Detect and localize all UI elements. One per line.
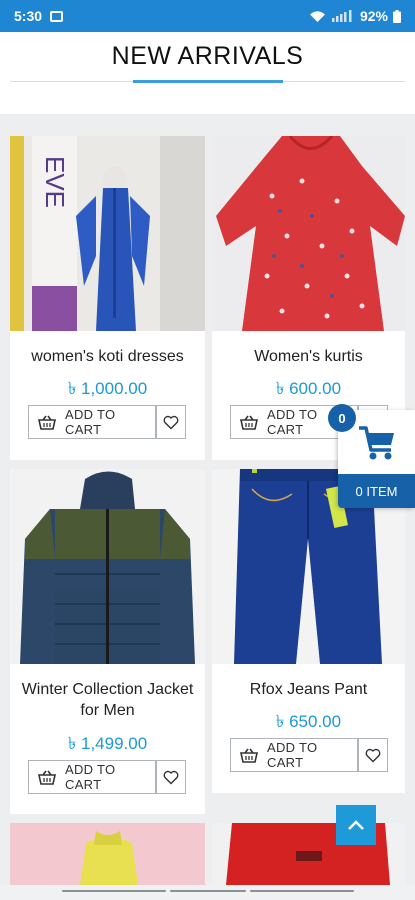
product-image-koti-dress[interactable]: EVE xyxy=(10,136,205,331)
basket-icon xyxy=(38,770,56,785)
product-price: ৳ 650.00 xyxy=(275,712,342,731)
shopping-cart-icon xyxy=(359,426,394,460)
battery-icon xyxy=(393,9,401,23)
add-to-cart-button[interactable]: ADD TO CART xyxy=(230,738,358,772)
wifi-icon xyxy=(309,10,325,22)
nav-handle-center[interactable] xyxy=(170,890,246,892)
product-name[interactable]: Rfox Jeans Pant xyxy=(218,679,399,700)
page-header: NEW ARRIVALS xyxy=(0,32,415,114)
basket-icon xyxy=(240,748,258,763)
title-accent-line xyxy=(133,80,283,83)
status-time: 5:30 xyxy=(14,8,43,24)
basket-icon xyxy=(240,415,258,430)
status-indicators: 92% xyxy=(309,8,401,24)
product-name[interactable]: Women's kurtis xyxy=(218,346,399,367)
product-card[interactable] xyxy=(212,823,405,885)
wishlist-button[interactable] xyxy=(156,760,186,794)
nav-handle-left[interactable] xyxy=(62,890,166,892)
product-image-winter-jacket[interactable] xyxy=(10,469,205,664)
wishlist-button[interactable] xyxy=(156,405,186,439)
basket-icon xyxy=(38,415,56,430)
add-to-cart-button[interactable]: ADD TO CART xyxy=(28,405,156,439)
product-price: ৳ 600.00 xyxy=(275,379,342,398)
product-price: ৳ 1,499.00 xyxy=(67,734,148,753)
product-name[interactable]: women's koti dresses xyxy=(16,346,199,367)
heart-icon xyxy=(163,415,179,429)
cart-items-label: 0 ITEM xyxy=(338,474,415,508)
add-to-cart-label: ADD TO CART xyxy=(65,762,116,792)
product-card[interactable]: Rfox Jeans Pant ৳ 650.00 ADD TO CART xyxy=(212,469,405,793)
product-card[interactable]: EVE women's koti dresses ৳ 1,000.00 ADD … xyxy=(10,136,205,460)
wishlist-button[interactable] xyxy=(358,738,388,772)
product-card[interactable]: Winter Collection Jacket for Men ৳ 1,499… xyxy=(10,469,205,814)
svg-text:EVE: EVE xyxy=(40,156,70,208)
nav-handle-right[interactable] xyxy=(250,890,354,892)
system-navigation-bar xyxy=(0,885,415,900)
product-image-kurti[interactable] xyxy=(212,136,405,331)
add-to-cart-label: ADD TO CART xyxy=(267,740,318,770)
status-bar: 5:30 92% xyxy=(0,0,415,32)
product-card[interactable] xyxy=(10,823,205,885)
battery-percent: 92% xyxy=(359,8,388,24)
chevron-up-icon xyxy=(348,820,364,830)
heart-icon xyxy=(365,748,381,762)
image-icon xyxy=(50,10,64,22)
product-name[interactable]: Winter Collection Jacket for Men xyxy=(16,679,199,721)
heart-icon xyxy=(163,770,179,784)
scroll-to-top-button[interactable] xyxy=(336,805,376,845)
cart-count-badge: 0 xyxy=(328,404,356,432)
product-price: ৳ 1,000.00 xyxy=(67,379,148,398)
floating-cart[interactable]: 0 0 ITEM xyxy=(328,404,415,508)
add-to-cart-label: ADD TO CART xyxy=(65,407,116,437)
add-to-cart-button[interactable]: ADD TO CART xyxy=(28,760,156,794)
product-image-yellow-shirt[interactable] xyxy=(10,823,205,885)
page-title: NEW ARRIVALS xyxy=(111,42,304,70)
signal-icon xyxy=(331,10,352,22)
product-image-red-tshirt[interactable] xyxy=(212,823,405,885)
